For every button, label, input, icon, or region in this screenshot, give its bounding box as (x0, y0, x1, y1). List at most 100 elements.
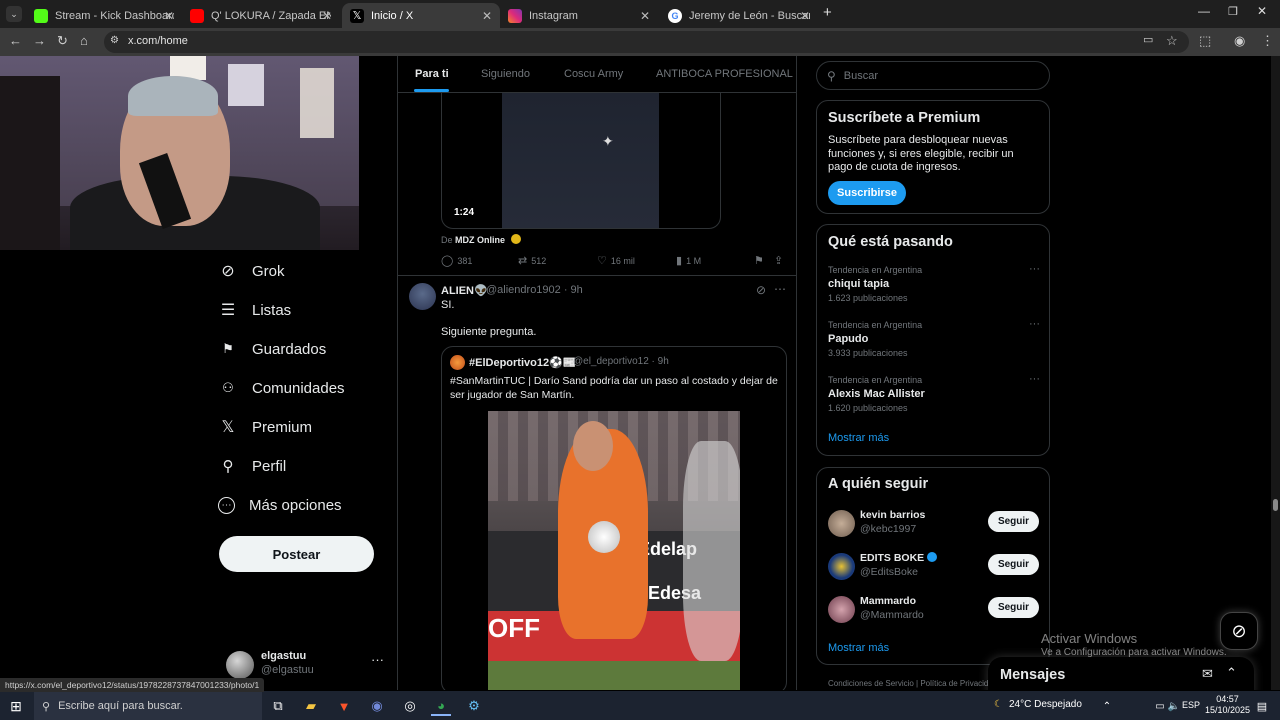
new-message-icon[interactable]: ✉ (1202, 666, 1213, 682)
views-button[interactable]: ▮ 1 M (676, 254, 701, 267)
tab-x[interactable]: 𝕏 Inicio / X ✕ (342, 3, 500, 28)
user-name: EDITS BOKE (860, 552, 938, 564)
sidebar-item-more[interactable]: ⋯ Más opciones (218, 490, 388, 520)
avatar (226, 651, 254, 679)
restore-icon[interactable]: ❐ (1228, 5, 1238, 18)
sidebar-item-premium[interactable]: 𝕏 Premium (218, 412, 388, 442)
tweet-author-name[interactable]: ALIEN👽 (441, 284, 488, 297)
post-button[interactable]: Postear (219, 536, 374, 572)
forward-icon[interactable]: → (33, 33, 46, 48)
subscribe-button[interactable]: Suscribirse (828, 181, 906, 205)
tweet[interactable]: ALIEN👽 @aliendro1902 · 9h ⊘ ⋯ SI. Siguie… (398, 275, 796, 690)
avatar (828, 596, 855, 623)
weather-widget[interactable]: ☾ 24°C Despejado (994, 699, 1082, 710)
like-button[interactable]: ♡ 16 mil (597, 254, 635, 267)
sidebar-item-lists[interactable]: ☰ Listas (218, 295, 388, 325)
more-icon[interactable]: ⋯ (774, 282, 786, 296)
more-icon[interactable]: ··· (1029, 263, 1040, 275)
volume-icon[interactable]: 🔈 (1164, 696, 1184, 716)
close-icon[interactable]: ✕ (482, 9, 492, 23)
tab-google[interactable]: G Jeremy de León - Buscar con G ✕ (660, 3, 818, 28)
close-icon[interactable]: ✕ (800, 9, 810, 23)
omnibox[interactable] (104, 31, 1189, 53)
avatar[interactable] (409, 283, 436, 310)
more-icon[interactable]: ··· (371, 652, 384, 667)
obs-icon[interactable]: ◎ (400, 696, 420, 716)
footer-links[interactable]: Condiciones de Servicio | Política de Pr… (828, 679, 997, 688)
file-explorer-icon[interactable]: ▰ (301, 696, 321, 716)
more-icon[interactable]: ··· (1029, 373, 1040, 385)
tab-following[interactable]: Siguiendo (481, 68, 530, 80)
tab-antiboca[interactable]: ANTIBOCA PROFESIONAL (656, 68, 793, 80)
window-close-icon[interactable]: ✕ (1257, 4, 1267, 18)
tab-for-you[interactable]: Para ti (415, 68, 449, 80)
tab-instagram[interactable]: Instagram ✕ (500, 3, 658, 28)
new-tab-button[interactable]: + (823, 4, 832, 21)
show-more-link[interactable]: Mostrar más (828, 642, 889, 654)
close-icon[interactable]: ✕ (164, 9, 174, 23)
follow-button[interactable]: Seguir (988, 597, 1039, 618)
notification-icon[interactable]: ▤ (1252, 696, 1272, 716)
bookmark-icon: ⚑ (222, 341, 234, 356)
reply-button[interactable]: ◯ 381 (441, 254, 472, 267)
steam-icon[interactable]: ⚙ (464, 696, 484, 716)
tab-youtube[interactable]: Q' LOKURA / Zapada EN VIVO ✕ (182, 3, 340, 28)
follow-suggestion[interactable]: Mammardo @Mammardo Seguir (828, 594, 1040, 626)
url-text[interactable]: x.com/home (128, 35, 188, 47)
scrollbar-thumb[interactable] (1273, 499, 1278, 511)
retweet-button[interactable]: ⇄ 512 (518, 254, 546, 267)
brave-icon[interactable]: ▼ (334, 696, 354, 716)
sidebar-item-grok[interactable]: ⊘ Grok (218, 256, 388, 286)
profile-avatar-icon[interactable]: ◉ (1234, 33, 1245, 49)
task-view-icon[interactable]: ⧉ (268, 696, 288, 716)
clock[interactable]: 04:57 15/10/2025 (1205, 694, 1250, 716)
follow-suggestion[interactable]: EDITS BOKE @EditsBoke Seguir (828, 551, 1040, 583)
language-indicator[interactable]: ESP (1182, 700, 1200, 710)
show-hidden-icons[interactable]: ⌃ (1097, 696, 1117, 716)
video-source[interactable]: De MDZ Online (441, 234, 521, 245)
menu-icon[interactable]: ⋮ (1261, 33, 1274, 49)
reload-icon[interactable]: ↻ (57, 33, 68, 49)
video-player[interactable]: ✦ 1:24 (441, 93, 721, 229)
taskbar-search[interactable]: ⚲ Escribe aquí para buscar. (34, 692, 262, 720)
tab-search-icon[interactable]: ⌄ (6, 6, 22, 22)
trend-context: Tendencia en Argentina (828, 320, 923, 330)
tab-coscu-army[interactable]: Coscu Army (564, 68, 623, 80)
tweet-photo[interactable]: Edelap Edesa OFF (488, 411, 740, 690)
chrome-icon[interactable]: ◕ (431, 696, 451, 716)
follow-button[interactable]: Seguir (988, 511, 1039, 532)
search-input[interactable]: ⚲ Buscar (816, 61, 1050, 90)
sidebar-item-profile[interactable]: ⚲ Perfil (218, 451, 388, 481)
sidebar-item-bookmarks[interactable]: ⚑ Guardados (218, 334, 388, 364)
messages-drawer[interactable]: Mensajes ✉ ⌃ (988, 657, 1254, 690)
bookmark-star-icon[interactable]: ☆ (1166, 33, 1178, 49)
show-more-link[interactable]: Mostrar más (828, 432, 889, 444)
back-icon[interactable]: ← (9, 33, 22, 48)
quoted-tweet[interactable]: #ElDeportivo12⚽📰 @el_deportivo12 · 9h #S… (441, 346, 787, 690)
discord-icon[interactable]: ◉ (367, 696, 387, 716)
bookmark-button[interactable]: ⚑ (754, 254, 764, 267)
more-icon[interactable]: ··· (1029, 318, 1040, 330)
source-name[interactable]: MDZ Online (455, 235, 505, 245)
sidebar-item-communities[interactable]: ⚇ Comunidades (218, 373, 388, 403)
trend-item[interactable]: Tendencia en Argentina chiqui tapia 1.62… (828, 263, 1040, 309)
windows-start-icon[interactable]: ⊞ (6, 696, 26, 716)
tab-kick[interactable]: Stream - Kick Dashboard ✕ (26, 3, 182, 28)
scrollbar[interactable] (1271, 56, 1280, 690)
grok-icon[interactable]: ⊘ (756, 283, 766, 297)
follow-suggestion[interactable]: kevin barrios @kebc1997 Seguir (828, 508, 1040, 540)
share-button[interactable]: ⇪ (774, 254, 783, 267)
grok-icon[interactable]: ⊘ (1220, 612, 1258, 650)
home-icon[interactable]: ⌂ (80, 33, 88, 48)
close-icon[interactable]: ✕ (640, 9, 650, 23)
minimize-icon[interactable]: — (1198, 4, 1210, 18)
tweet-author-handle[interactable]: @aliendro1902 · 9h (486, 284, 583, 296)
site-info-icon[interactable]: ⚙ (110, 35, 119, 46)
cast-icon[interactable]: ▭ (1143, 33, 1153, 46)
expand-icon[interactable]: ⌃ (1226, 665, 1237, 681)
follow-button[interactable]: Seguir (988, 554, 1039, 575)
trend-item[interactable]: Tendencia en Argentina Papudo 3.933 publ… (828, 318, 1040, 364)
extensions-icon[interactable]: ⬚ (1199, 33, 1211, 49)
close-icon[interactable]: ✕ (322, 9, 332, 23)
trend-item[interactable]: Tendencia en Argentina Alexis Mac Allist… (828, 373, 1040, 419)
